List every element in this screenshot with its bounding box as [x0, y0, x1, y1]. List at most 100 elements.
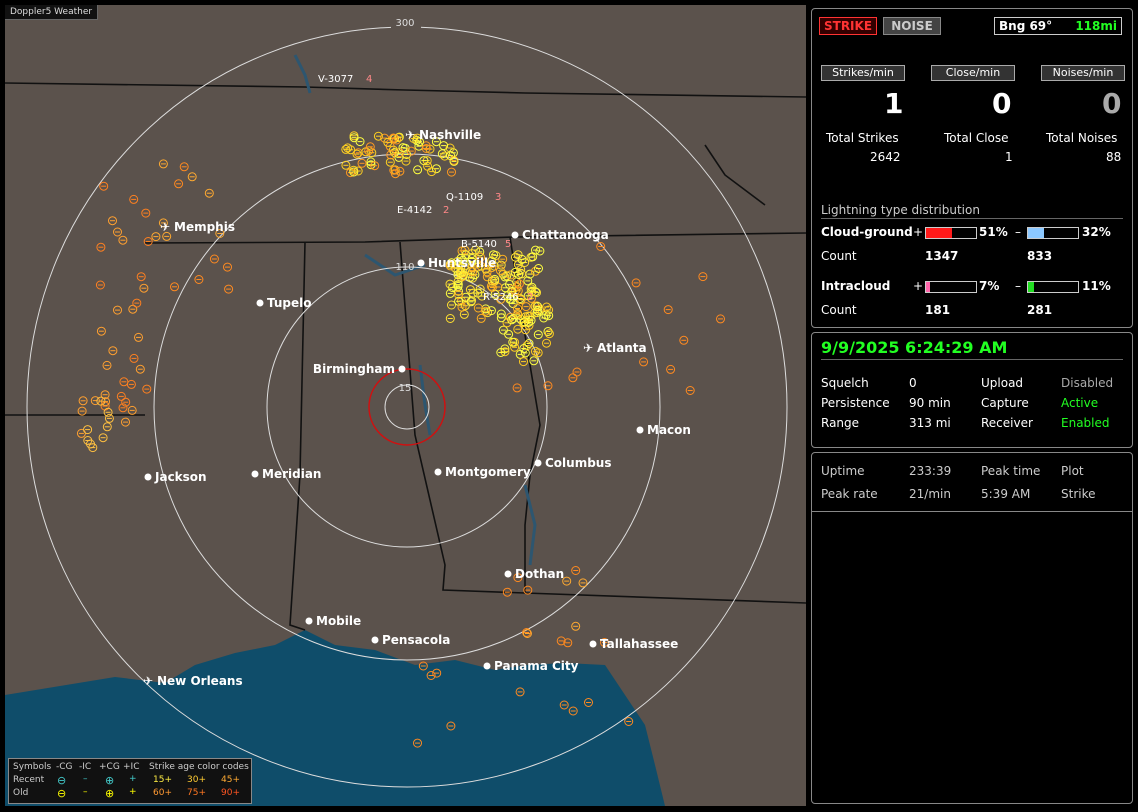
legend-old-label: Old [13, 788, 29, 798]
cg-negative-bar [1027, 227, 1079, 239]
recent-pos-ic-icon: + [129, 774, 137, 784]
city-dot [483, 662, 491, 670]
legend-symbols-label: Symbols [13, 762, 52, 772]
counts-panel: STRIKE NOISE Bng 69° 118mi Strikes/min C… [811, 8, 1133, 328]
city-label: Meridian [262, 467, 321, 481]
city-dot [305, 617, 313, 625]
stats-divider [812, 511, 1132, 512]
cg-positive-fill [926, 228, 952, 238]
legend-col-neg-cg: -CG [56, 762, 73, 772]
recent-neg-ic-icon: – [83, 774, 88, 784]
distribution-divider [821, 218, 1123, 219]
ic-negative-count: 281 [1027, 303, 1053, 317]
city-dot [251, 470, 259, 478]
peak-rate-value: 21/min [909, 487, 951, 501]
total-close-value: 1 [1005, 150, 1013, 164]
city-label: Birmingham [313, 362, 395, 376]
city-label: Nashville [419, 128, 481, 142]
tag-q: Q-1109 [446, 192, 483, 203]
tag-q-count: 3 [495, 192, 501, 203]
legend-col-pos-ic: +IC [123, 762, 140, 772]
upload-label: Upload [981, 376, 1024, 390]
receiver-label: Receiver [981, 416, 1033, 430]
stats-panel: Uptime 233:39 Peak time Plot Peak rate 2… [811, 452, 1133, 804]
city-label: Mobile [316, 614, 361, 628]
close-min-label: Close/min [931, 65, 1015, 81]
bearing-value: Bng 69° [999, 19, 1053, 33]
city-label: Jackson [154, 470, 207, 484]
cg-negative-count: 833 [1027, 249, 1053, 263]
tag-b: B-5140 [461, 239, 497, 250]
range-label: Range [821, 416, 860, 430]
total-noises-label: Total Noises [1046, 131, 1118, 145]
ic-positive-bar [925, 281, 977, 293]
strike-button[interactable]: STRIKE [819, 17, 877, 35]
tag-e: E-4142 [397, 205, 432, 216]
symbol-legend: Symbols -CG -IC +CG +IC Strike age color… [8, 758, 252, 804]
city-label: Atlanta [597, 341, 647, 355]
close-min-value: 0 [992, 87, 1012, 120]
plot-value: Strike [1061, 487, 1096, 501]
lightning-map[interactable]: 300 110 15 V-3077 4 Q-1109 3 E-4142 2 B-… [5, 5, 806, 806]
intracloud-label: Intracloud [821, 279, 891, 293]
peak-rate-label: Peak rate [821, 487, 878, 501]
city-dot [144, 473, 152, 481]
city-label: Memphis [174, 220, 235, 234]
uptime-label: Uptime [821, 464, 865, 478]
age-15: 15+ [153, 775, 172, 785]
city-new-orleans: ✈ New Orleans [143, 674, 243, 688]
strikes-min-label: Strikes/min [821, 65, 905, 81]
city-dot [417, 259, 425, 267]
total-strikes-value: 2642 [870, 150, 901, 164]
city-chattanooga: Chattanooga [511, 228, 609, 242]
tag-v-count: 4 [366, 74, 372, 85]
range-value: 313 mi [909, 416, 951, 430]
status-divider [821, 359, 1123, 360]
city-atlanta: ✈ Atlanta [583, 341, 647, 355]
city-label: Chattanooga [522, 228, 609, 242]
persistence-value: 90 min [909, 396, 951, 410]
receiver-value: Enabled [1061, 416, 1110, 430]
ic-negative-percent: 11% [1082, 279, 1111, 293]
ic-minus-sign: – [1015, 279, 1021, 293]
city-meridian: Meridian [251, 467, 321, 481]
airport-icon: ✈ [405, 128, 415, 142]
distribution-title: Lightning type distribution [821, 203, 980, 217]
city-dot [511, 231, 519, 239]
tag-r: R-5246 [483, 292, 519, 303]
tag-e-count: 2 [443, 205, 449, 216]
tag-r-count: 2 [527, 292, 533, 303]
bearing-readout: Bng 69° 118mi [994, 17, 1122, 35]
cloud-ground-label: Cloud-ground [821, 225, 913, 239]
tag-v: V-3077 [318, 74, 353, 85]
ic-negative-bar [1027, 281, 1079, 293]
noise-button[interactable]: NOISE [883, 17, 941, 35]
airport-icon: ✈ [583, 341, 593, 355]
city-label: Huntsville [428, 256, 496, 270]
city-tallahassee: Tallahassee [589, 637, 678, 651]
old-pos-cg-icon: ⊕ [105, 787, 115, 800]
city-dot [371, 636, 379, 644]
ic-count-label: Count [821, 303, 857, 317]
city-label: Columbus [545, 456, 612, 470]
city-label: Panama City [494, 659, 579, 673]
cg-positive-bar [925, 227, 977, 239]
city-label: Tupelo [267, 296, 312, 310]
ic-positive-count: 181 [925, 303, 951, 317]
city-label: Tallahassee [600, 637, 678, 651]
cg-positive-percent: 51% [979, 225, 1008, 239]
noises-min-label: Noises/min [1041, 65, 1125, 81]
city-birmingham: Birmingham [313, 362, 406, 376]
total-strikes-label: Total Strikes [826, 131, 899, 145]
ring-label-15: 15 [399, 383, 412, 394]
ic-negative-fill [1028, 282, 1034, 292]
city-huntsville: Huntsville [417, 256, 496, 270]
airport-icon: ✈ [143, 674, 153, 688]
legend-age-label: Strike age color codes [149, 762, 249, 772]
distance-value: 118mi [1075, 19, 1117, 33]
city-dot [398, 365, 406, 373]
cg-minus-sign: – [1015, 225, 1021, 239]
tag-b-count: 5 [505, 239, 511, 250]
plot-label: Plot [1061, 464, 1084, 478]
ring-label-110: 110 [395, 262, 414, 273]
